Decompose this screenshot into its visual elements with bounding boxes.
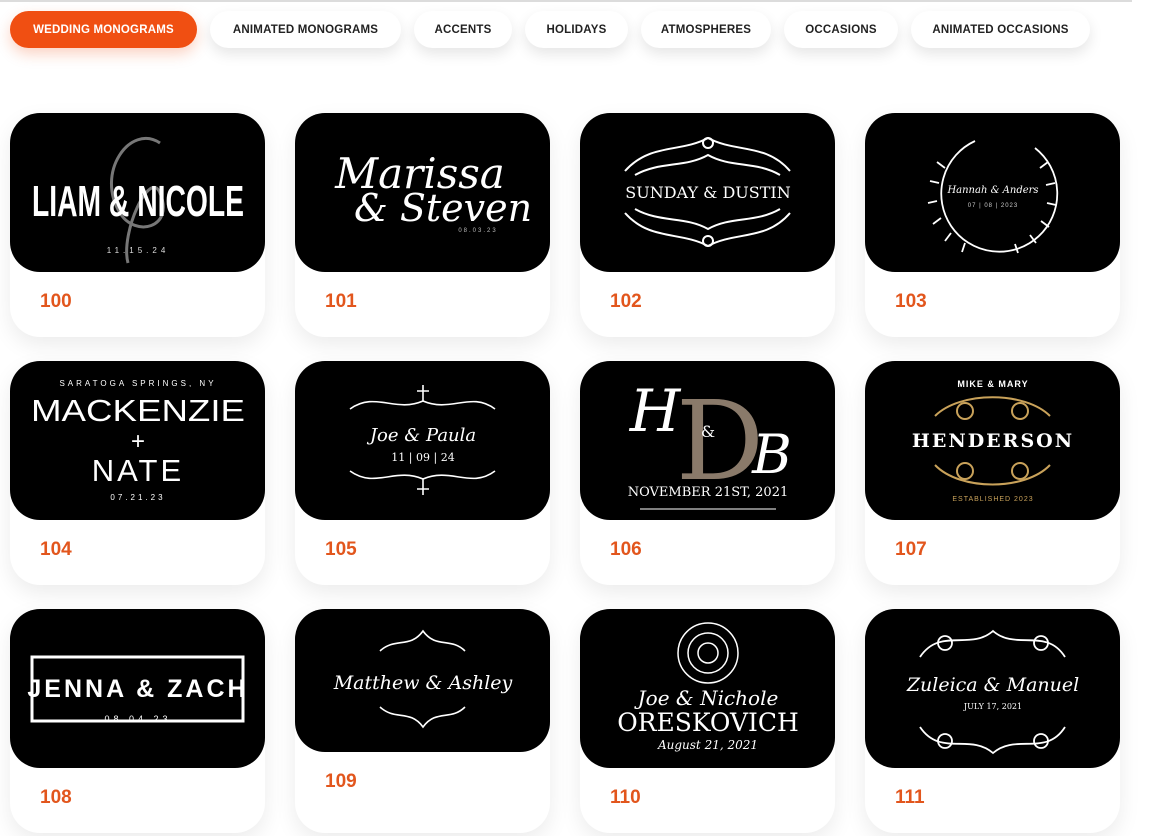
rosette-icon: Joe & Nichole ORESKOVICH August 21, 2021 [617, 622, 799, 752]
monogram-card-106[interactable]: D H & B NOVEMBER 21ST, 2021 106 [580, 361, 835, 585]
monogram-number: 105 [325, 539, 357, 560]
card-line: 11.15.24 [107, 246, 170, 255]
monogram-number: 111 [895, 787, 925, 808]
card-line: Matthew & Ashley [333, 672, 513, 694]
card-line: & [701, 422, 715, 441]
top-divider [0, 0, 1132, 2]
tab-holidays[interactable]: HOLIDAYS [525, 11, 628, 48]
monogram-preview: LIAM & NICOLE 11.15.24 [10, 113, 265, 272]
monogram-card-109[interactable]: Matthew & Ashley 109 [295, 609, 550, 833]
monogram-number: 107 [895, 539, 927, 560]
monogram-preview: MIKE & MARY HENDERSON ESTABLISHED 2023 [865, 361, 1120, 520]
tab-atmospheres[interactable]: ATMOSPHERES [641, 11, 771, 48]
ornament-icon: SUNDAY & DUSTIN [624, 136, 791, 248]
card-line: 07 | 08 | 2023 [968, 203, 1018, 209]
card-line: Hannah & Anders [946, 185, 1038, 196]
monogram-card-102[interactable]: SUNDAY & DUSTIN 102 [580, 113, 835, 337]
monogram-card-108[interactable]: JENNA & ZACH 08.04.23 108 [10, 609, 265, 833]
ornament-icon: Matthew & Ashley [333, 629, 513, 729]
ornament-icon: Zuleica & Manuel JULY 17, 2021 [906, 629, 1079, 755]
monogram-artwork: LIAM & NICOLE 11.15.24 [32, 136, 244, 264]
card-line: 11 | 09 | 24 [391, 451, 454, 465]
monogram-artwork: SARATOGA SPRINGS, NY MACKENZIE + NATE 07… [31, 379, 245, 502]
tab-accents[interactable]: ACCENTS [414, 11, 512, 48]
monogram-preview: Matthew & Ashley [295, 609, 550, 752]
monogram-preview: Joe & Paula 11 | 09 | 24 [295, 361, 550, 520]
card-line: SARATOGA SPRINGS, NY [59, 379, 216, 388]
card-line: LIAM & NICOLE [32, 177, 244, 226]
card-line: 07.21.23 [110, 493, 165, 502]
card-line: JULY 17, 2021 [963, 702, 1022, 711]
monogram-number: 100 [40, 291, 72, 312]
ornament-icon: Joe & Paula 11 | 09 | 24 [349, 385, 496, 495]
card-line: HENDERSON [912, 430, 1074, 452]
monogram-card-111[interactable]: Zuleica & Manuel JULY 17, 2021 111 [865, 609, 1120, 833]
crest-icon: MIKE & MARY HENDERSON ESTABLISHED 2023 [912, 379, 1074, 503]
monogram-preview: SARATOGA SPRINGS, NY MACKENZIE + NATE 07… [10, 361, 265, 520]
monogram-card-100[interactable]: LIAM & NICOLE 11.15.24 100 [10, 113, 265, 337]
monogram-number: 103 [895, 291, 927, 312]
monogram-card-107[interactable]: MIKE & MARY HENDERSON ESTABLISHED 2023 1… [865, 361, 1120, 585]
card-line: NOVEMBER 21ST, 2021 [628, 485, 789, 500]
card-line: + [131, 428, 145, 455]
monogram-card-104[interactable]: SARATOGA SPRINGS, NY MACKENZIE + NATE 07… [10, 361, 265, 585]
monogram-artwork: D H & B NOVEMBER 21ST, 2021 [628, 377, 792, 510]
card-line: NATE [92, 453, 184, 488]
monogram-preview: Zuleica & Manuel JULY 17, 2021 [865, 609, 1120, 768]
monogram-artwork: Marissa & Steven 08.03.23 [334, 149, 532, 234]
card-line: ORESKOVICH [617, 708, 799, 737]
monogram-preview: D H & B NOVEMBER 21ST, 2021 [580, 361, 835, 520]
monogram-preview: Hannah & Anders 07 | 08 | 2023 [865, 113, 1120, 272]
card-line: Joe & Nichole [634, 686, 779, 710]
monogram-card-101[interactable]: Marissa & Steven 08.03.23 101 [295, 113, 550, 337]
tab-animated-monograms[interactable]: ANIMATED MONOGRAMS [210, 11, 401, 48]
monogram-number: 108 [40, 787, 72, 808]
monogram-number: 101 [325, 291, 357, 312]
monogram-preview: Marissa & Steven 08.03.23 [295, 113, 550, 272]
card-line: 08.03.23 [458, 228, 497, 234]
monogram-number: 102 [610, 291, 642, 312]
tab-animated-occasions[interactable]: ANIMATED OCCASIONS [911, 11, 1090, 48]
card-line: B [751, 423, 792, 486]
monogram-number: 104 [40, 539, 72, 560]
card-line: ESTABLISHED 2023 [952, 496, 1033, 503]
card-line: Zuleica & Manuel [906, 674, 1079, 696]
tab-occasions[interactable]: OCCASIONS [784, 11, 898, 48]
card-line: MACKENZIE [31, 393, 245, 428]
monogram-number: 109 [325, 771, 357, 792]
monogram-artwork: JENNA & ZACH 08.04.23 [27, 655, 248, 724]
card-line: JENNA & ZACH [27, 675, 248, 703]
card-line: 08.04.23 [104, 714, 171, 724]
monogram-number: 110 [610, 787, 641, 808]
wreath-icon: Hannah & Anders 07 | 08 | 2023 [927, 140, 1059, 254]
tab-wedding-monograms[interactable]: WEDDING MONOGRAMS [10, 11, 197, 48]
monogram-preview: Joe & Nichole ORESKOVICH August 21, 2021 [580, 609, 835, 768]
monogram-card-110[interactable]: Joe & Nichole ORESKOVICH August 21, 2021… [580, 609, 835, 833]
card-line: SUNDAY & DUSTIN [625, 183, 790, 202]
monogram-preview: SUNDAY & DUSTIN [580, 113, 835, 272]
monogram-card-103[interactable]: Hannah & Anders 07 | 08 | 2023 103 [865, 113, 1120, 337]
monogram-number: 106 [610, 539, 642, 560]
monogram-preview: JENNA & ZACH 08.04.23 [10, 609, 265, 768]
card-line: MIKE & MARY [957, 379, 1028, 389]
card-line: August 21, 2021 [657, 738, 758, 752]
card-line: & Steven [354, 186, 532, 230]
monogram-card-105[interactable]: Joe & Paula 11 | 09 | 24 105 [295, 361, 550, 585]
card-line: Joe & Paula [366, 425, 476, 446]
card-line: H [629, 377, 682, 445]
